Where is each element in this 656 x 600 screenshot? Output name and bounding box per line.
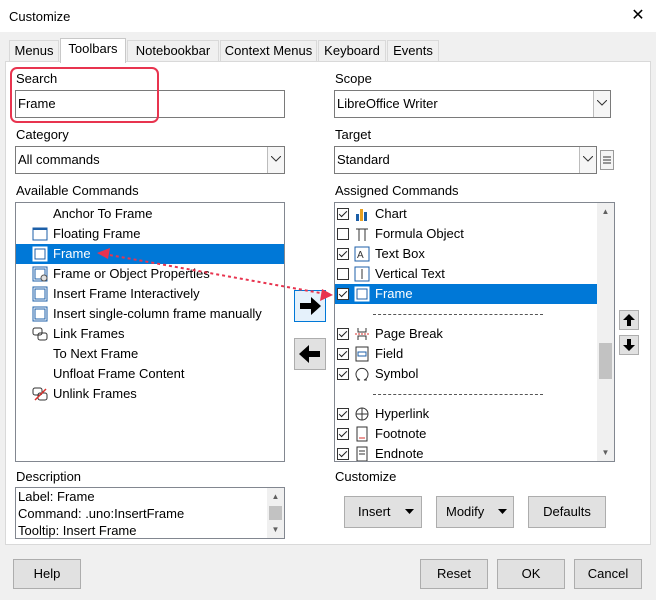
customize-label: Customize [335,469,397,484]
modify-button[interactable]: Modify [436,496,514,528]
insert-button[interactable]: Insert [344,496,422,528]
tab-toolbars[interactable]: Toolbars [60,38,126,63]
dropdown-arrow-icon [405,509,414,514]
dropdown-arrow-icon [498,509,507,514]
ok-button[interactable]: OK [497,559,565,589]
cancel-button[interactable]: Cancel [574,559,642,589]
help-button[interactable]: Help [13,559,81,589]
reset-button[interactable]: Reset [420,559,488,589]
defaults-button[interactable]: Defaults [528,496,606,528]
